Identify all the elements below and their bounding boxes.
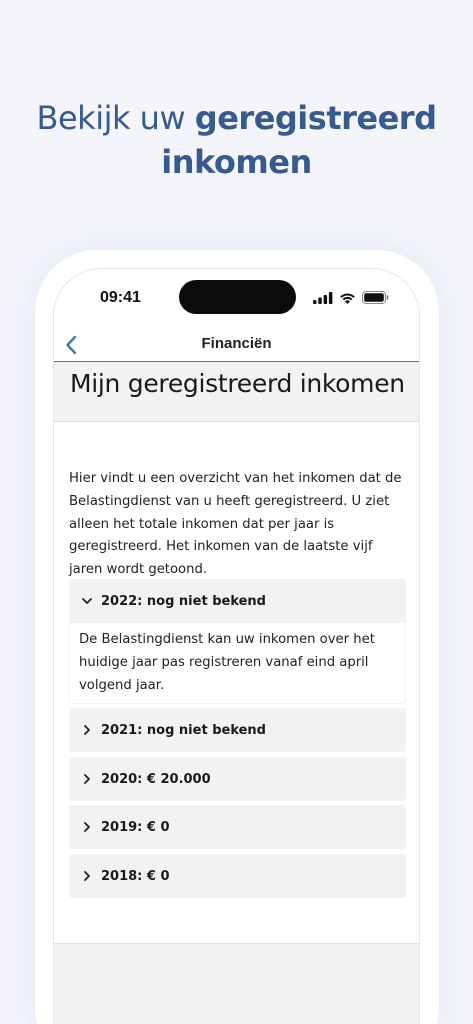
accordion-item-2021[interactable]: 2021: nog niet bekend bbox=[69, 708, 406, 752]
chevron-down-icon bbox=[82, 598, 92, 604]
accordion-header[interactable]: 2020: € 20.000 bbox=[69, 757, 406, 801]
chevron-right-icon bbox=[84, 774, 90, 784]
accordion-item-2020[interactable]: 2020: € 20.000 bbox=[69, 757, 406, 801]
accordion-label: 2018: € 0 bbox=[101, 868, 170, 884]
accordion-header[interactable]: 2018: € 0 bbox=[69, 854, 406, 898]
headline-part2: geregistreerd bbox=[194, 99, 437, 137]
status-time: 09:41 bbox=[100, 289, 141, 306]
accordion-label: 2019: € 0 bbox=[101, 819, 170, 835]
accordion-item-2019[interactable]: 2019: € 0 bbox=[69, 805, 406, 849]
accordion-label: 2022: nog niet bekend bbox=[101, 593, 266, 609]
accordion-header[interactable]: 2021: nog niet bekend bbox=[69, 708, 406, 752]
accordion-label: 2020: € 20.000 bbox=[101, 771, 211, 787]
dynamic-island bbox=[179, 280, 296, 314]
status-icons bbox=[313, 291, 389, 304]
signal-icon bbox=[313, 291, 333, 304]
headline-part1: Bekijk uw bbox=[36, 99, 195, 137]
chevron-right-icon bbox=[84, 725, 90, 735]
accordion-header[interactable]: 2022: nog niet bekend bbox=[69, 579, 406, 623]
battery-icon bbox=[362, 291, 389, 304]
accordion-body: De Belastingdienst kan uw inkomen over h… bbox=[70, 623, 405, 704]
wifi-icon bbox=[340, 293, 355, 304]
accordion-header[interactable]: 2019: € 0 bbox=[69, 805, 406, 849]
status-bar: 09:41 bbox=[54, 269, 419, 331]
accordion-item-2018[interactable]: 2018: € 0 bbox=[69, 854, 406, 898]
intro-text: Hier vindt u een overzicht van het inkom… bbox=[69, 471, 402, 578]
phone-screen: 09:41 Financiën Mijn geregistreerd inkom… bbox=[53, 268, 420, 1024]
nav-title: Financiën bbox=[201, 335, 272, 352]
navigation-bar: Financiën bbox=[54, 331, 419, 362]
chevron-right-icon bbox=[84, 822, 90, 832]
marketing-headline: Bekijk uw geregistreerd inkomen bbox=[0, 96, 473, 184]
content-card: Hier vindt u een overzicht van het inkom… bbox=[54, 421, 419, 944]
accordion-label: 2021: nog niet bekend bbox=[101, 722, 266, 738]
chevron-right-icon bbox=[84, 871, 90, 881]
accordion-item-2022[interactable]: 2022: nog niet bekend De Belastingdienst… bbox=[69, 579, 406, 705]
page-title: Mijn geregistreerd inkomen bbox=[70, 369, 405, 398]
headline-part3: inkomen bbox=[161, 143, 312, 181]
